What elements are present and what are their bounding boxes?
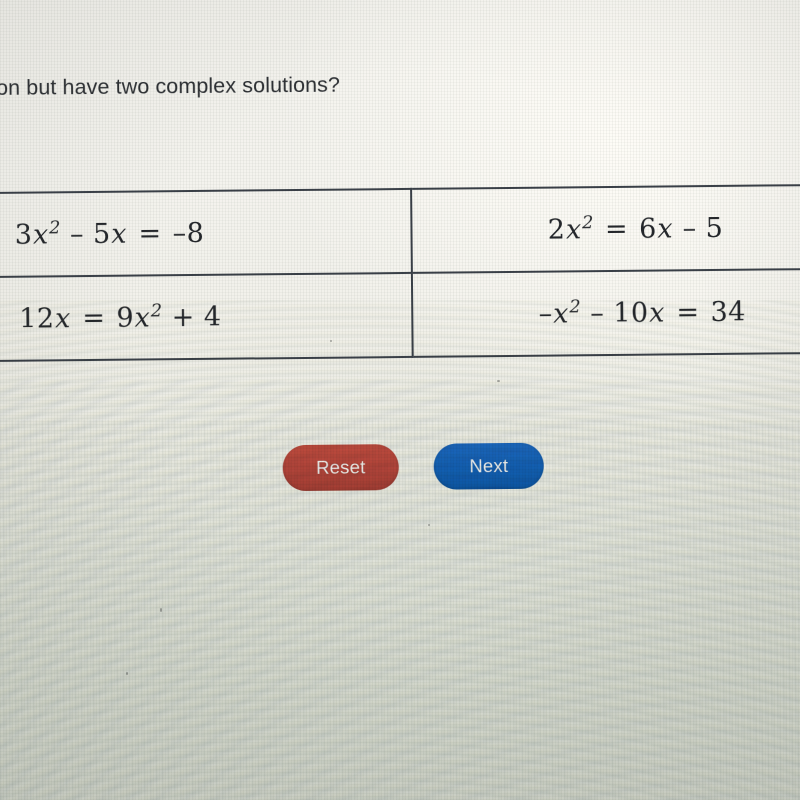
equation-2: 2x2 = 6x –5	[548, 212, 724, 245]
eq1-coef: 3	[14, 219, 33, 251]
table-row: 3x2–5x = –8 2x2 = 6x –5	[0, 184, 800, 278]
equation-options-table: 3x2–5x = –8 2x2 = 6x –5 12x = 9x2 +4 –x2–10x = 34	[0, 184, 800, 362]
eq1-rhs: –8	[172, 217, 205, 249]
eq2-rhs: 5	[705, 212, 724, 244]
next-button[interactable]: Next	[433, 442, 544, 490]
eq4-var2: x	[648, 296, 666, 329]
eq4-equals: =	[676, 296, 700, 328]
eq1-operator: –	[69, 218, 85, 250]
eq4-negative: –	[538, 298, 553, 330]
equation-option-cell-4[interactable]: –x2–10x = 34	[411, 268, 800, 357]
screen-content: tion but have two complex solutions? 3x2…	[0, 0, 800, 800]
eq2-equals: =	[604, 213, 629, 245]
eq1-var2: x	[111, 218, 128, 250]
equation-4: –x2–10x = 34	[539, 296, 746, 329]
eq3-operator: +	[171, 301, 195, 333]
eq2-exponent: 2	[581, 211, 595, 233]
eq1-exponent: 2	[49, 216, 62, 238]
eq2-var: x	[565, 213, 582, 245]
equation-3: 12x = 9x2 +4	[19, 299, 222, 335]
equation-option-cell-3[interactable]: 12x = 9x2 +4	[0, 272, 413, 362]
reset-button[interactable]: Reset	[282, 444, 399, 492]
eq3-var2: x	[134, 301, 151, 334]
photographed-screen: tion but have two complex solutions? 3x2…	[0, 0, 800, 800]
equation-option-cell-2[interactable]: 2x2 = 6x –5	[411, 184, 800, 273]
equation-option-cell-1[interactable]: 3x2–5x = –8	[0, 188, 412, 278]
eq4-var: x	[553, 297, 570, 330]
eq2-var2: x	[657, 212, 674, 245]
eq3-equals: =	[82, 302, 106, 334]
table-row: 12x = 9x2 +4 –x2–10x = 34	[0, 268, 800, 362]
eq4-operator: –	[590, 297, 605, 329]
eq2-operator: –	[682, 212, 697, 244]
eq3-var: x	[54, 302, 71, 334]
button-row: Reset Next	[0, 440, 800, 492]
eq1-coef2: 5	[92, 218, 111, 250]
eq3-rhs: 4	[203, 301, 222, 333]
eq4-exponent: 2	[569, 295, 582, 317]
eq3-coef: 12	[19, 302, 55, 335]
eq3-exponent: 2	[150, 299, 163, 321]
eq4-rhs: 34	[710, 296, 747, 328]
eq4-coef2: 10	[613, 297, 649, 329]
eq2-coef2: 6	[638, 213, 657, 245]
equation-1: 3x2–5x = –8	[15, 217, 205, 250]
question-text: tion but have two complex solutions?	[0, 72, 341, 101]
eq2-coef: 2	[547, 213, 566, 246]
eq1-equals: =	[138, 217, 162, 250]
eq3-coef2: 9	[116, 302, 135, 334]
eq1-var: x	[32, 218, 49, 251]
